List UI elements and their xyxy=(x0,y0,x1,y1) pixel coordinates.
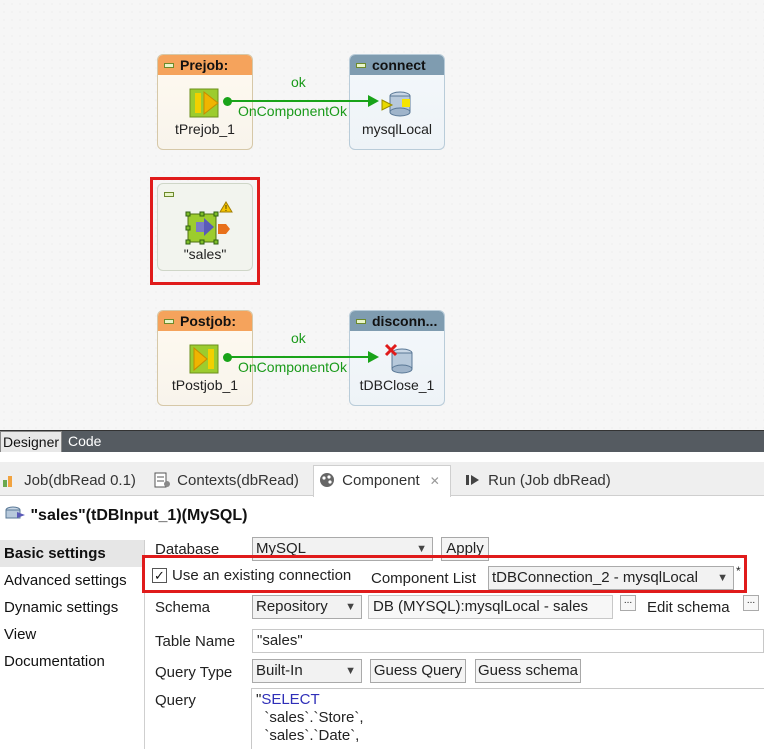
properties-tabs: Job(dbRead 0.1) Contexts(dbRead) Compone… xyxy=(0,462,764,497)
arrow-head-icon xyxy=(368,351,379,363)
oncomponentok-link[interactable] xyxy=(230,100,374,102)
prejob-icon xyxy=(189,88,219,118)
table-name-label: Table Name xyxy=(155,633,236,650)
tab-code[interactable]: Code xyxy=(66,431,103,452)
tab-designer[interactable]: Designer xyxy=(0,431,63,452)
query-line: `sales`.`Date`, xyxy=(256,727,360,744)
nav-dynamic-settings[interactable]: Dynamic settings xyxy=(0,594,144,621)
component-icon xyxy=(320,473,334,487)
connect-header: connect xyxy=(350,55,444,75)
disconnect-label: tDBClose_1 xyxy=(359,377,435,393)
disconnect-header: disconn... xyxy=(350,311,444,331)
table-name-input[interactable]: "sales" xyxy=(252,629,764,653)
edge-ok-label: ok xyxy=(291,330,306,346)
nav-view[interactable]: View xyxy=(0,621,144,648)
prejob-component[interactable]: Prejob: tPrejob_1 xyxy=(157,54,253,150)
edge-trigger-label: OnComponentOk xyxy=(238,359,347,375)
database-close-icon xyxy=(384,343,413,374)
query-line: "SELECT xyxy=(256,691,320,708)
arrow-head-icon xyxy=(368,95,379,107)
nav-advanced-settings[interactable]: Advanced settings xyxy=(0,567,144,594)
query-line: `sales`.`Store`, xyxy=(256,709,364,726)
schema-value-field: DB (MYSQL):mysqlLocal - sales xyxy=(368,595,613,619)
prejob-label: tPrejob_1 xyxy=(175,121,235,137)
query-editor[interactable]: "SELECT `sales`.`Store`, `sales`.`Date`, xyxy=(251,688,764,749)
component-title: "sales"(tDBInput_1)(MySQL) xyxy=(4,506,247,525)
query-keyword: SELECT xyxy=(261,691,320,708)
chevron-down-icon: ▼ xyxy=(345,601,356,613)
query-label: Query xyxy=(155,692,196,709)
database-connect-icon xyxy=(381,91,411,117)
tab-contexts[interactable]: Contexts(dbRead) xyxy=(153,466,299,496)
schema-browse-button[interactable]: ... xyxy=(620,595,636,611)
tab-job[interactable]: Job(dbRead 0.1) xyxy=(2,466,136,496)
tab-component[interactable]: Component ✕ xyxy=(313,465,451,497)
guess-schema-button[interactable]: Guess schema xyxy=(475,659,581,683)
db-input-small-icon xyxy=(5,506,25,519)
postjob-label: tPostjob_1 xyxy=(171,377,239,393)
contexts-icon xyxy=(154,472,170,488)
run-icon xyxy=(466,475,479,485)
collapse-icon[interactable] xyxy=(164,63,174,68)
query-type-select[interactable]: Built-In ▼ xyxy=(252,659,362,683)
tab-run[interactable]: Run (Job dbRead) xyxy=(464,466,611,496)
postjob-icon xyxy=(189,344,219,374)
settings-nav: Basic settings Advanced settings Dynamic… xyxy=(0,540,145,749)
disconnect-component[interactable]: disconn... tDBClose_1 xyxy=(349,310,445,406)
postjob-header: Postjob: xyxy=(158,311,252,331)
oncomponentok-link[interactable] xyxy=(230,356,374,358)
edit-schema-label[interactable]: Edit schema xyxy=(647,599,730,616)
close-tab-icon[interactable]: ✕ xyxy=(430,474,440,488)
collapse-icon[interactable] xyxy=(164,319,174,324)
collapse-icon[interactable] xyxy=(356,63,366,68)
schema-type-select[interactable]: Repository ▼ xyxy=(252,595,362,619)
existing-connection-highlight xyxy=(142,555,747,593)
design-canvas[interactable]: Prejob: tPrejob_1 connect mysqlLocal ok … xyxy=(0,0,764,430)
selected-component-highlight xyxy=(150,177,260,285)
connect-component[interactable]: connect mysqlLocal xyxy=(349,54,445,150)
prejob-header: Prejob: xyxy=(158,55,252,75)
chevron-down-icon: ▼ xyxy=(345,665,356,677)
guess-query-button[interactable]: Guess Query xyxy=(370,659,466,683)
collapse-icon[interactable] xyxy=(356,319,366,324)
postjob-component[interactable]: Postjob: tPostjob_1 xyxy=(157,310,253,406)
nav-documentation[interactable]: Documentation xyxy=(0,648,144,675)
job-icon xyxy=(3,476,12,487)
schema-label: Schema xyxy=(155,599,211,616)
edit-schema-button[interactable]: ... xyxy=(743,595,759,611)
query-type-label: Query Type xyxy=(155,664,233,681)
connect-label: mysqlLocal xyxy=(361,121,433,137)
edge-ok-label: ok xyxy=(291,74,306,90)
nav-basic-settings[interactable]: Basic settings xyxy=(0,540,144,567)
editor-view-tabs: Designer Code xyxy=(0,430,764,452)
edge-trigger-label: OnComponentOk xyxy=(238,103,347,119)
